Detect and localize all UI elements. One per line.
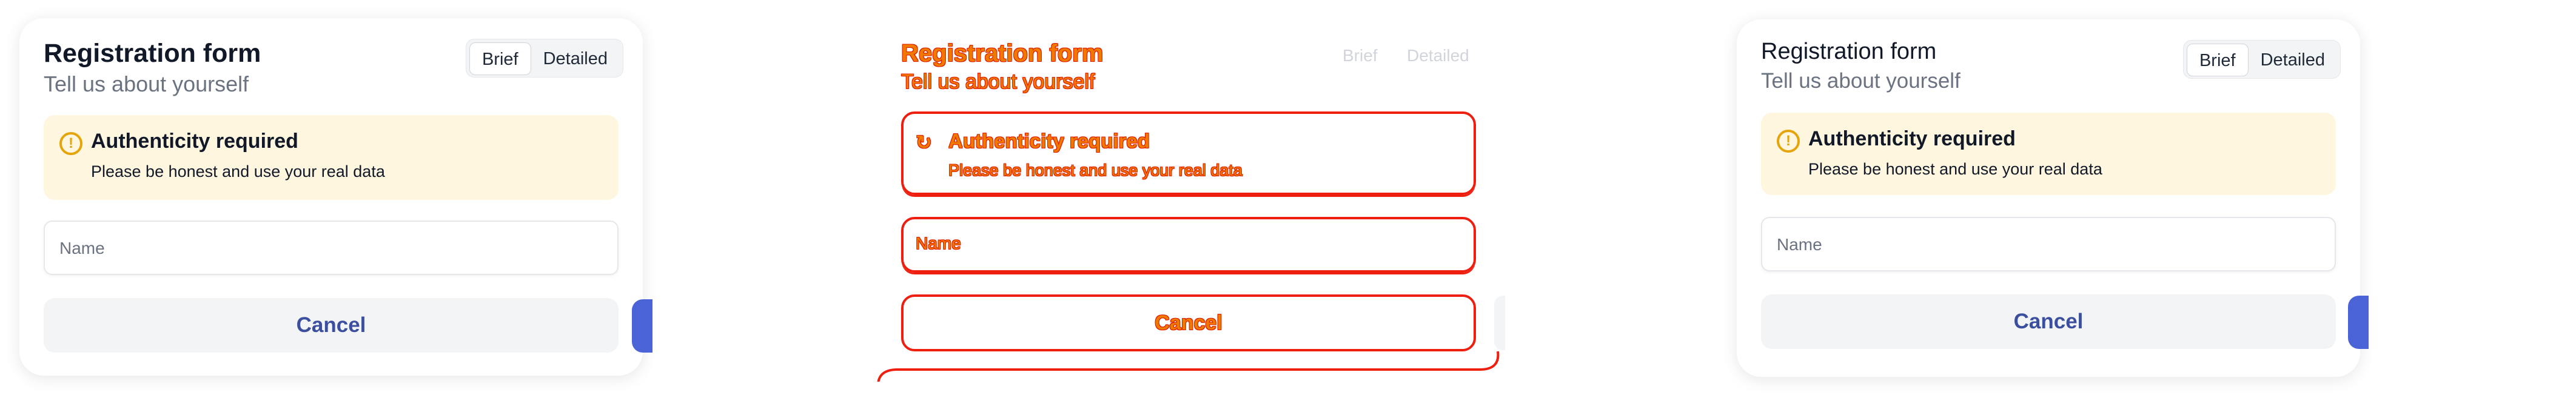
cancel-button[interactable]: Cancel [44, 298, 619, 353]
alert-text: Please be honest and use your real data [91, 162, 385, 181]
ghost-subtitle: Tell us about yourself [901, 70, 1095, 93]
ghost-alert-text: Please be honest and use your real data [948, 161, 1243, 179]
name-placeholder: Name [1777, 235, 1822, 254]
glitched-form-card: Brief Detailed Registration form Tell us… [873, 12, 1505, 382]
exclamation-circle-icon: ! [1777, 130, 1800, 153]
alert-text: Please be honest and use your real data [1808, 160, 2102, 178]
view-mode-toggle: Brief Detailed [465, 39, 623, 78]
ghost-title: Registration form [901, 40, 1104, 67]
form-subtitle: Tell us about yourself [1761, 69, 1961, 93]
ghost-brief-label: Brief [1343, 46, 1378, 65]
exclamation-circle-icon: ! [59, 132, 82, 155]
ghost-alert-box [901, 111, 1476, 195]
toggle-brief-button[interactable]: Brief [469, 42, 531, 75]
registration-form-card: Registration form Tell us about yourself… [19, 18, 652, 376]
authenticity-alert: ! Authenticity required Please be honest… [44, 115, 619, 200]
ghost-detailed-label: Detailed [1407, 46, 1469, 65]
ghost-alert-icon: ↻ [916, 131, 932, 153]
cancel-button[interactable]: Cancel [1761, 294, 2336, 349]
ghost-alert-title: Authenticity required [948, 130, 1150, 152]
registration-form-card-alt: Registration form Tell us about yourself… [1737, 19, 2369, 377]
canvas: Registration form Tell us about yourself… [0, 0, 2576, 395]
form-subtitle: Tell us about yourself [44, 71, 249, 96]
ghost-name-field [901, 217, 1476, 273]
form-title: Registration form [44, 39, 261, 68]
primary-button-edge[interactable] [632, 299, 652, 353]
ghost-name-label: Name [916, 234, 961, 253]
primary-button-edge[interactable] [2348, 296, 2369, 349]
ghost-primary-edge [1494, 296, 1505, 350]
alert-title: Authenticity required [91, 130, 298, 153]
name-input[interactable]: Name [1761, 217, 2336, 271]
toggle-detailed-button[interactable]: Detailed [2249, 44, 2337, 76]
toggle-detailed-button[interactable]: Detailed [531, 42, 620, 75]
toggle-brief-button[interactable]: Brief [2186, 44, 2249, 76]
ghost-cancel-label: Cancel [1155, 311, 1223, 334]
form-title: Registration form [1761, 39, 1937, 64]
name-input[interactable]: Name [44, 221, 619, 275]
authenticity-alert: ! Authenticity required Please be honest… [1761, 113, 2336, 195]
name-placeholder: Name [59, 239, 105, 257]
alert-title: Authenticity required [1808, 127, 2016, 150]
view-mode-toggle: Brief Detailed [2182, 40, 2341, 79]
